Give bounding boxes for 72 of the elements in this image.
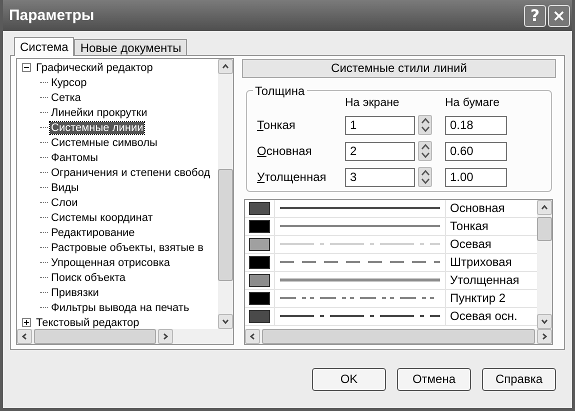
tree-item[interactable]: Курсор <box>50 76 88 88</box>
tree-item[interactable]: Графический редактор <box>35 62 154 74</box>
tree-item[interactable]: Ограничения и степени свобод <box>50 166 212 178</box>
tree-item[interactable]: Привязки <box>50 286 100 298</box>
tree-item[interactable]: Поиск объекта <box>50 272 127 284</box>
tree-item[interactable]: Растровые объекты, взятые в <box>50 242 205 254</box>
color-swatch[interactable] <box>249 202 270 215</box>
panel-header: Системные стили линий <box>242 59 556 78</box>
column-header: На экране <box>345 97 400 109</box>
scrollbar-thumb[interactable] <box>34 329 156 344</box>
expand-icon[interactable] <box>22 318 31 327</box>
help-button[interactable]: ? <box>524 4 546 26</box>
tree-item[interactable]: Системные линии <box>50 122 144 134</box>
input-field[interactable]: 0.60 <box>445 142 507 160</box>
tree-item[interactable]: Упрощенная отрисовка <box>50 256 171 268</box>
column-header: На бумаге <box>445 97 500 109</box>
input-field[interactable]: 0.18 <box>445 116 507 134</box>
chevron-left-icon <box>20 332 29 341</box>
color-swatch[interactable] <box>249 220 270 233</box>
chevron-right-icon <box>161 332 170 341</box>
tab[interactable]: Новые документы <box>74 39 188 55</box>
tree-item[interactable]: Фильтры вывода на печать <box>50 302 190 314</box>
close-button[interactable]: × <box>548 4 570 26</box>
scrollbar-thumb[interactable] <box>218 169 233 281</box>
color-swatch[interactable] <box>249 256 270 269</box>
chevron-down-icon <box>540 317 549 326</box>
chevron-up-icon <box>221 62 230 71</box>
line-style-name: Штриховая <box>450 255 512 270</box>
spin-buttons[interactable] <box>418 115 432 135</box>
dialog-button[interactable]: Отмена <box>397 368 471 390</box>
color-swatch[interactable] <box>249 238 270 251</box>
tree-item[interactable]: Виды <box>50 182 80 194</box>
line-style-name: Утолщенная <box>450 273 520 288</box>
spin-field[interactable]: 2 <box>345 142 415 160</box>
tree-item[interactable]: Слои <box>50 196 79 208</box>
tree-item[interactable]: Системные символы <box>50 136 158 148</box>
spin-buttons[interactable] <box>418 167 432 187</box>
line-style-name: Основная <box>450 201 505 216</box>
window-title: Параметры <box>9 7 94 24</box>
line-style-name: Тонкая <box>450 219 488 234</box>
tree-item[interactable]: Сетка <box>50 92 82 104</box>
color-swatch[interactable] <box>249 292 270 305</box>
spin-field[interactable]: 3 <box>345 168 415 186</box>
line-style-name: Пунктир 2 <box>450 291 506 306</box>
dialog-button[interactable]: OK <box>312 368 386 390</box>
line-style-name: Осевая осн. <box>450 309 518 324</box>
tree-item[interactable]: Фантомы <box>50 152 100 164</box>
color-swatch[interactable] <box>249 310 270 323</box>
spin-field[interactable]: 1 <box>345 116 415 134</box>
input-field[interactable]: 1.00 <box>445 168 507 186</box>
color-swatch[interactable] <box>249 274 270 287</box>
chevron-down-icon <box>221 317 230 326</box>
field-label: Утолщенная <box>257 170 328 184</box>
tree-item[interactable]: Текстовый редактор <box>35 316 140 328</box>
spin-buttons[interactable] <box>418 141 432 161</box>
chevron-left-icon <box>248 332 257 341</box>
tree-item[interactable]: Системы координат <box>50 212 154 224</box>
dialog-button[interactable]: Справка <box>482 368 556 390</box>
vertical-scrollbar[interactable] <box>218 59 233 329</box>
chevron-up-icon <box>540 202 549 212</box>
field-label: Тонкая <box>257 118 296 132</box>
line-style-name: Осевая <box>450 237 492 252</box>
field-label: Основная <box>257 144 313 158</box>
tab[interactable]: Система <box>14 37 74 56</box>
group-legend: Толщина <box>253 84 307 98</box>
collapse-icon[interactable] <box>22 63 31 72</box>
chevron-right-icon <box>540 332 549 341</box>
vertical-scrollbar[interactable] <box>537 200 552 329</box>
horizontal-scrollbar[interactable] <box>17 329 233 344</box>
tree-item[interactable]: Редактирование <box>50 226 136 238</box>
tree-item[interactable]: Линейки прокрутки <box>50 106 148 118</box>
scrollbar-thumb[interactable] <box>537 216 552 241</box>
